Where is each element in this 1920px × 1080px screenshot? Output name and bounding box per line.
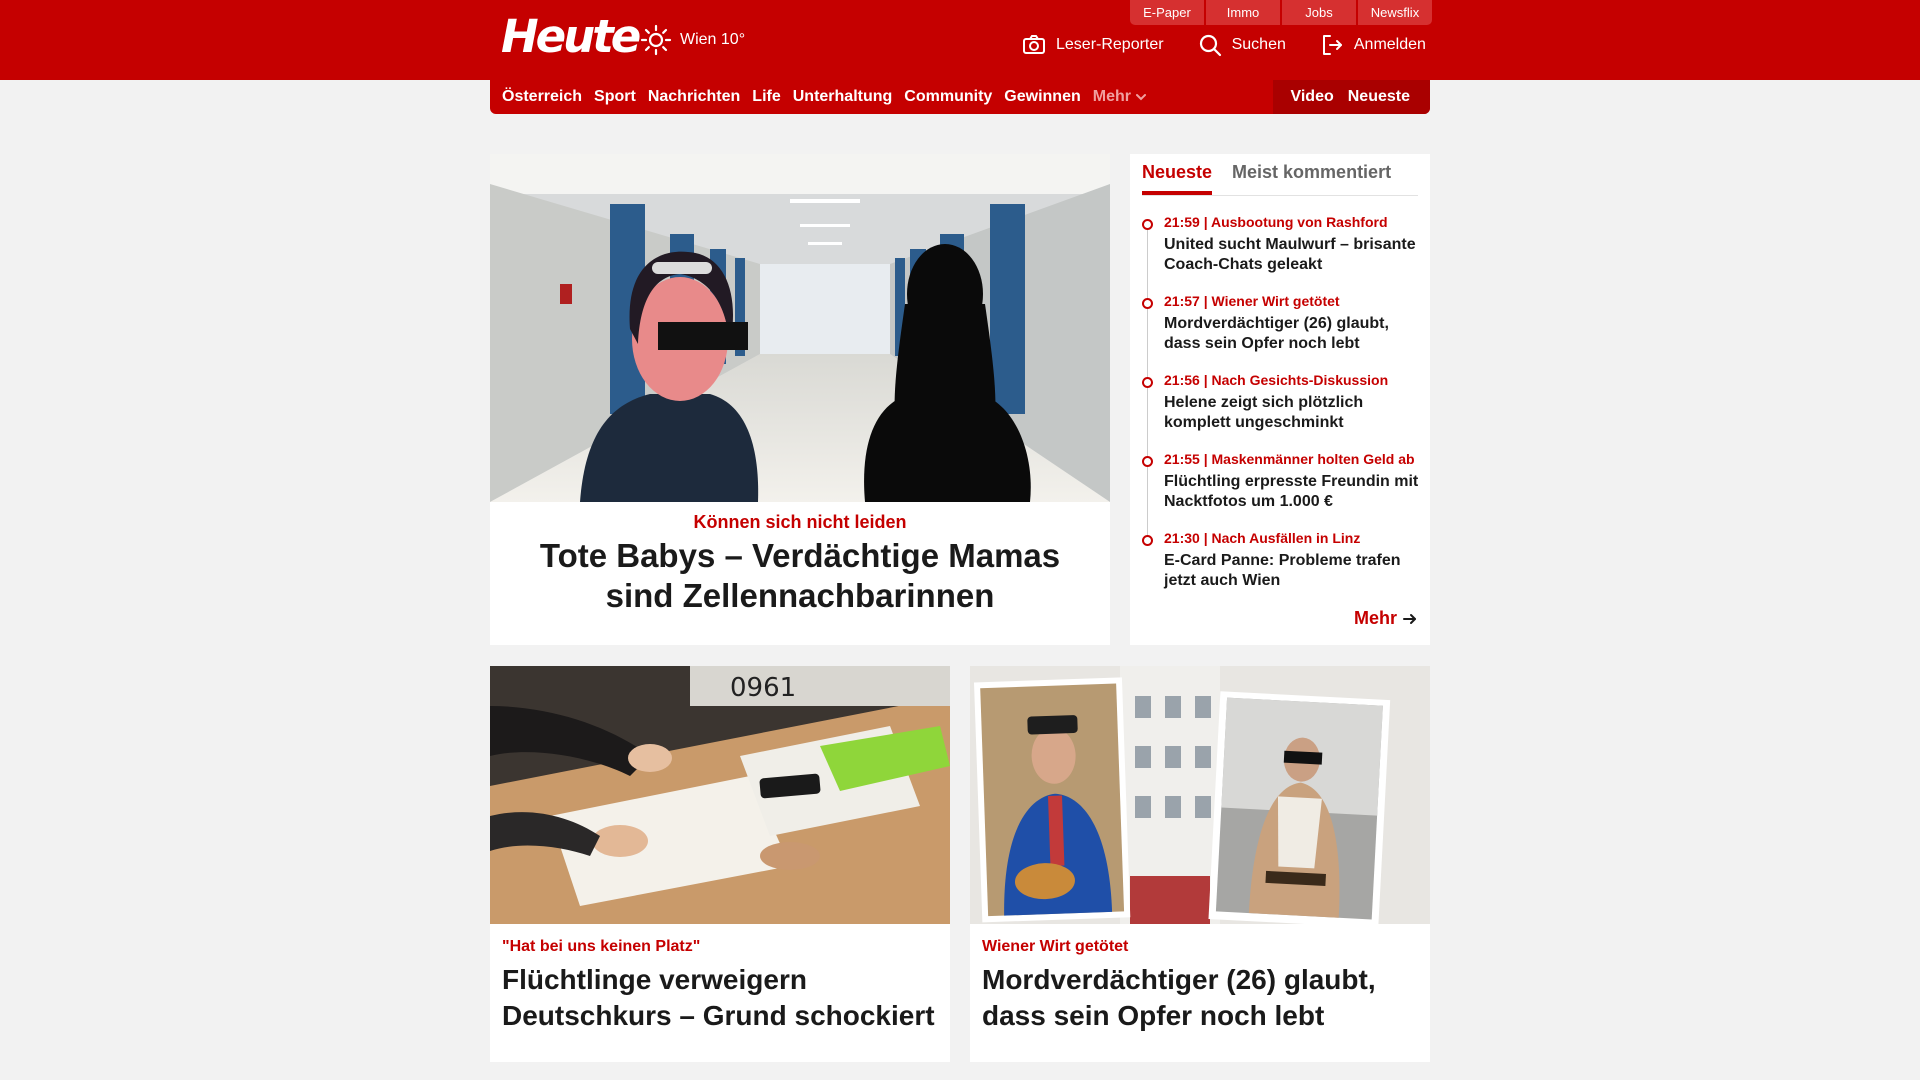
ticker-title[interactable]: United sucht Maulwurf – brisante Coach-C… xyxy=(1164,235,1427,275)
nav-more-label: Mehr xyxy=(1092,88,1131,105)
nav-item-video[interactable]: Video xyxy=(1290,88,1333,106)
hero-image[interactable] xyxy=(490,154,1110,502)
news-ticker-sidebar: Neueste Meist kommentiert 21:59 | Ausboo… xyxy=(1130,154,1430,645)
timeline-dot-icon xyxy=(1142,456,1153,467)
leser-reporter-label: Leser-Reporter xyxy=(1056,36,1164,53)
ticker-kicker: 21:56 | Nach Gesichts-Diskussion xyxy=(1164,372,1389,388)
nav-right-group: Video Neueste xyxy=(1273,80,1430,114)
tab-meist-kommentiert[interactable]: Meist kommentiert xyxy=(1232,162,1391,195)
search-label: Suchen xyxy=(1231,36,1286,53)
hero-article[interactable]: Können sich nicht leiden Tote Babys – Ve… xyxy=(490,154,1110,645)
hero-headline[interactable]: Tote Babys – Verdächtige Mamas sind Zell… xyxy=(510,536,1090,616)
ticker-item[interactable]: 21:59 | Ausbootung von Rashford United s… xyxy=(1142,214,1427,293)
ticker-kicker: 21:55 | Maskenmänner holten Geld ab xyxy=(1164,451,1415,467)
nav-item-life[interactable]: Life xyxy=(752,88,780,106)
timeline-dot-icon xyxy=(1142,219,1153,230)
nav-item-oesterreich[interactable]: Österreich xyxy=(502,88,582,106)
ticker-item[interactable]: 21:57 | Wiener Wirt getötet Mordverdächt… xyxy=(1142,293,1427,372)
nav-item-neueste[interactable]: Neueste xyxy=(1348,88,1410,106)
card-image[interactable]: 0961 xyxy=(490,666,950,924)
chevron-down-icon xyxy=(1135,94,1146,101)
svg-text:0961: 0961 xyxy=(730,673,796,703)
ticker-item[interactable]: 21:56 | Nach Gesichts-Diskussion Helene … xyxy=(1142,372,1427,451)
service-tab-epaper[interactable]: E-Paper xyxy=(1130,0,1204,25)
nav-more-dropdown[interactable]: Mehr xyxy=(1093,88,1147,106)
card-headline[interactable]: Flüchtlinge verweigern Deutschkurs – Gru… xyxy=(502,962,938,1034)
ticker-title[interactable]: Mordverdächtiger (26) glaubt, dass sein … xyxy=(1164,314,1427,354)
timeline-dot-icon xyxy=(1142,377,1153,388)
ticker-list: 21:59 | Ausbootung von Rashford United s… xyxy=(1142,214,1427,609)
sidebar-more-label: Mehr xyxy=(1353,608,1397,628)
sun-icon xyxy=(640,24,672,56)
service-tab-immo[interactable]: Immo xyxy=(1206,0,1280,25)
leser-reporter-button[interactable]: Leser-Reporter xyxy=(1022,33,1164,57)
sidebar-more-link[interactable]: Mehr xyxy=(1354,608,1418,629)
nav-item-sport[interactable]: Sport xyxy=(594,88,636,106)
hero-kicker: Können sich nicht leiden xyxy=(693,512,907,532)
article-card[interactable]: 0961 "Hat bei uns keinen Platz" Flüchtli… xyxy=(490,666,950,1062)
timeline-dot-icon xyxy=(1142,298,1153,309)
search-icon xyxy=(1199,34,1221,57)
ticker-title[interactable]: Flüchtling erpresste Freundin mit Nacktf… xyxy=(1164,472,1427,512)
login-button[interactable]: Anmelden xyxy=(1320,33,1426,57)
ticker-title[interactable]: Helene zeigt sich plötzlich komplett ung… xyxy=(1164,393,1427,433)
arrow-right-icon xyxy=(1403,613,1416,624)
login-label: Anmelden xyxy=(1353,36,1426,53)
service-tab-jobs[interactable]: Jobs xyxy=(1282,0,1356,25)
weather-widget[interactable]: Wien 10° xyxy=(640,24,745,56)
card-kicker: Wiener Wirt getötet xyxy=(982,938,1129,955)
card-headline[interactable]: Mordverdächtiger (26) glaubt, dass sein … xyxy=(982,962,1418,1034)
prison-corridor-photo xyxy=(490,154,1110,502)
nav-item-gewinnen[interactable]: Gewinnen xyxy=(1004,88,1080,106)
nav-item-nachrichten[interactable]: Nachrichten xyxy=(648,88,740,106)
nav-item-community[interactable]: Community xyxy=(904,88,992,106)
header-actions: Leser-Reporter Suchen Anmelden xyxy=(1022,33,1426,57)
top-header: Heute Wien 10° E-Paper Immo Jobs Newsfli… xyxy=(0,0,1920,80)
card-kicker: "Hat bei uns keinen Platz" xyxy=(502,938,701,955)
login-icon xyxy=(1322,35,1342,55)
service-tabs: E-Paper Immo Jobs Newsflix xyxy=(1130,0,1432,25)
ticker-item[interactable]: 21:55 | Maskenmänner holten Geld ab Flüc… xyxy=(1142,451,1427,530)
tab-neueste[interactable]: Neueste xyxy=(1142,162,1213,195)
timeline-dot-icon xyxy=(1142,535,1153,546)
classroom-desk-photo: 0961 xyxy=(490,666,950,924)
ticker-kicker: 21:57 | Wiener Wirt getötet xyxy=(1164,293,1340,309)
card-image[interactable] xyxy=(970,666,1430,924)
nav-items: Österreich Sport Nachrichten Life Unterh… xyxy=(502,80,1147,114)
camera-icon xyxy=(1023,35,1045,54)
nav-item-unterhaltung[interactable]: Unterhaltung xyxy=(793,88,893,106)
suspect-collage-photo xyxy=(970,666,1430,924)
sidebar-tabs: Neueste Meist kommentiert xyxy=(1142,162,1418,196)
weather-location: Wien 10° xyxy=(680,31,746,48)
article-card[interactable]: Wiener Wirt getötet Mordverdächtiger (26… xyxy=(970,666,1430,1062)
ticker-title[interactable]: E-Card Panne: Probleme trafen jetzt auch… xyxy=(1164,551,1427,591)
ticker-kicker: 21:30 | Nach Ausfällen in Linz xyxy=(1164,530,1361,546)
ticker-kicker: 21:59 | Ausbootung von Rashford xyxy=(1164,214,1388,230)
service-tab-newsflix[interactable]: Newsflix xyxy=(1358,0,1432,25)
main-nav: Österreich Sport Nachrichten Life Unterh… xyxy=(490,80,1430,114)
ticker-item[interactable]: 21:30 | Nach Ausfällen in Linz E-Card Pa… xyxy=(1142,530,1427,609)
search-button[interactable]: Suchen xyxy=(1198,33,1286,57)
heute-logo[interactable]: Heute xyxy=(501,10,641,64)
